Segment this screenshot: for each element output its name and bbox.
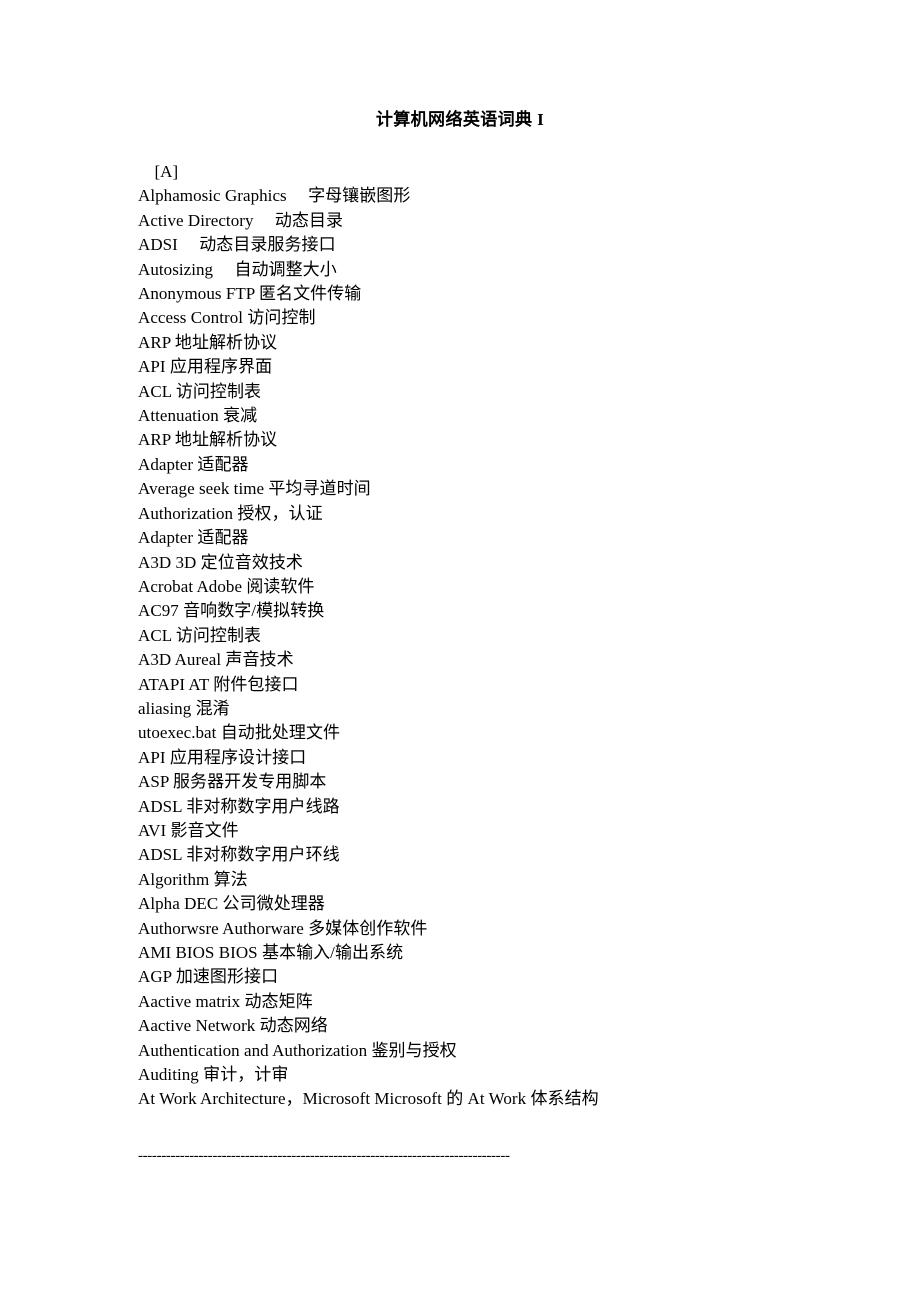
dictionary-entry: Access Control 访问控制 — [138, 308, 316, 328]
dictionary-entry: ACL 访问控制表 — [138, 625, 262, 645]
dictionary-entry: ATAPI AT 附件包接口 — [138, 674, 299, 694]
dictionary-entry: Active Directory 动态目录 — [138, 210, 344, 230]
document-page: 计算机网络英语词典 I [A] Alphamosic Graphics 字母镶嵌… — [0, 0, 920, 1302]
dictionary-body: [A] Alphamosic Graphics 字母镶嵌图形 Active Di… — [138, 160, 878, 1112]
dictionary-entry: A3D 3D 定位音效技术 — [138, 552, 303, 572]
horizontal-separator: ----------------------------------------… — [138, 1148, 510, 1164]
dictionary-entry: Authentication and Authorization 鉴别与授权 — [138, 1040, 457, 1060]
dictionary-entry: AVI 影音文件 — [138, 820, 239, 840]
dictionary-entry: Alpha DEC 公司微处理器 — [138, 894, 325, 914]
dictionary-entry: aliasing 混淆 — [138, 698, 230, 718]
dictionary-entry: utoexec.bat 自动批处理文件 — [138, 723, 341, 743]
dictionary-entry: A3D Aureal 声音技术 — [138, 650, 294, 670]
dictionary-entry: Authorwsre Authorware 多媒体创作软件 — [138, 918, 428, 938]
dictionary-entry: Anonymous FTP 匿名文件传输 — [138, 284, 362, 304]
dictionary-entry: ASP 服务器开发专用脚本 — [138, 772, 327, 792]
dictionary-entry: API 应用程序界面 — [138, 357, 273, 377]
dictionary-entry: Aactive matrix 动态矩阵 — [138, 991, 313, 1011]
dictionary-entry: ADSL 非对称数字用户线路 — [138, 796, 340, 816]
dictionary-entry: Average seek time 平均寻道时间 — [138, 479, 371, 499]
dictionary-entry: At Work Architecture，Microsoft Microsoft… — [138, 1089, 599, 1109]
dictionary-entry: Attenuation 衰减 — [138, 406, 258, 426]
dictionary-entry: AC97 音响数字/模拟转换 — [138, 601, 325, 621]
dictionary-entry: Auditing 审计，计审 — [138, 1065, 289, 1085]
dictionary-entry: Authorization 授权，认证 — [138, 503, 323, 523]
dictionary-entry: Aactive Network 动态网络 — [138, 1016, 328, 1036]
dictionary-entry: Adapter 适配器 — [138, 454, 249, 474]
dictionary-entry: Autosizing 自动调整大小 — [138, 259, 337, 279]
dictionary-entry: ADSI 动态目录服务接口 — [138, 235, 336, 255]
dictionary-entry: ACL 访问控制表 — [138, 381, 262, 401]
dictionary-entry: Algorithm 算法 — [138, 869, 248, 889]
dictionary-entry: Adapter 适配器 — [138, 528, 249, 548]
dictionary-entry: AGP 加速图形接口 — [138, 967, 279, 987]
dictionary-entry: ARP 地址解析协议 — [138, 430, 278, 450]
dictionary-entry: Acrobat Adobe 阅读软件 — [138, 576, 315, 596]
page-title: 计算机网络英语词典 I — [375, 110, 545, 129]
section-heading-a: [A] — [146, 162, 179, 181]
dictionary-entry: API 应用程序设计接口 — [138, 747, 307, 767]
dictionary-entry: Alphamosic Graphics 字母镶嵌图形 — [138, 186, 411, 206]
dictionary-entry: ARP 地址解析协议 — [138, 332, 278, 352]
dictionary-entry: AMI BIOS BIOS 基本输入/输出系统 — [138, 943, 404, 962]
dictionary-entry: ADSL 非对称数字用户环线 — [138, 845, 340, 865]
